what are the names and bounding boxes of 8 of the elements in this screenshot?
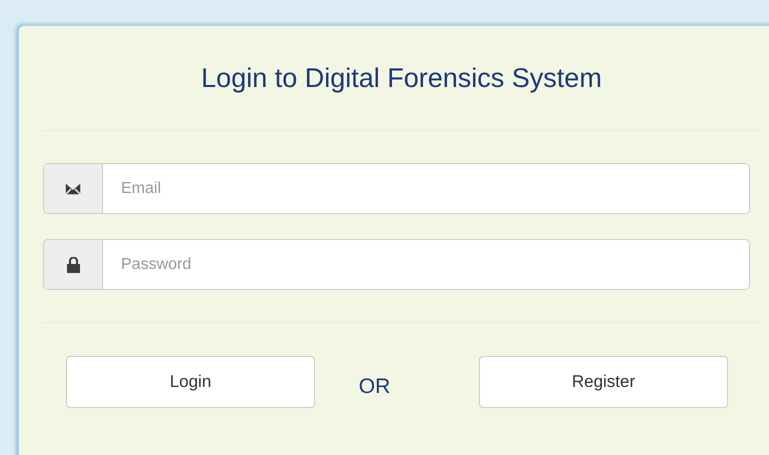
email-field[interactable]: Email <box>43 163 750 214</box>
or-separator: OR <box>358 374 392 399</box>
register-button[interactable]: Register <box>479 356 728 408</box>
envelope-icon <box>65 182 81 195</box>
password-field[interactable]: Password <box>43 239 750 290</box>
login-button[interactable]: Login <box>66 356 315 408</box>
login-title: Login to Digital Forensics System <box>201 62 602 94</box>
lock-icon <box>66 256 80 272</box>
